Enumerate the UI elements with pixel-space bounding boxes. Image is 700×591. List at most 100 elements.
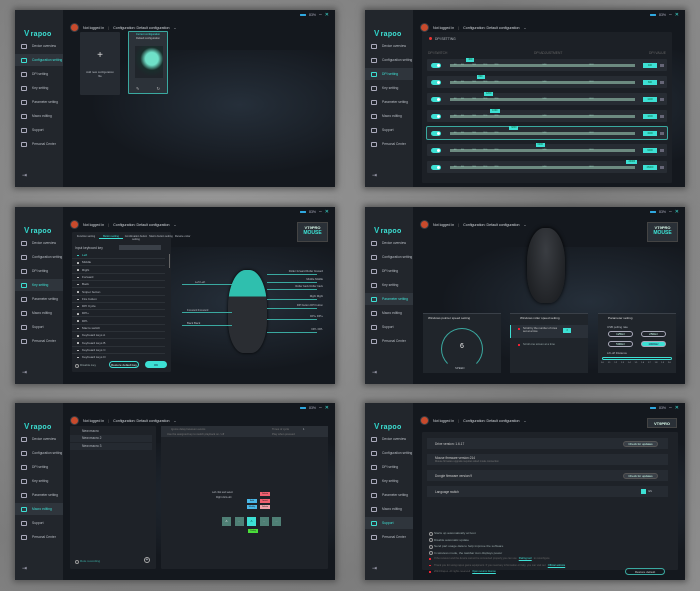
minimize-button[interactable]: – [669,209,672,215]
roller-rows-input[interactable]: 3 [563,328,571,333]
dpi-color-swatch[interactable] [660,131,664,135]
sidebar-item-macro-editing[interactable]: Macro editing [15,307,63,319]
key-list-item[interactable]: Forward [72,274,165,281]
chevron-down-icon[interactable]: ⌄ [523,26,526,30]
times-value[interactable]: 1 [303,428,305,431]
key-list-item[interactable]: DPI+ [72,310,165,318]
sidebar-item-key-setting[interactable]: Key setting [15,82,63,94]
configuration-selector[interactable]: Configuration: Default configuration [463,26,519,30]
sidebar-item-key-setting[interactable]: Key setting [365,475,413,487]
close-button[interactable]: ✕ [325,209,329,215]
sidebar-item-parameter-setting[interactable]: Parameter setting [15,489,63,501]
list-scrollbar[interactable] [168,254,170,268]
chevron-down-icon[interactable]: ⌄ [173,223,176,227]
dpi-slider[interactable]: 400 800 1600 2400 3200 6400 14000 26000 [450,160,638,169]
sidebar-item-macro-editing[interactable]: Macro editing [365,110,413,122]
key-list-item[interactable]: Keyboard keys D [72,354,165,359]
close-button[interactable]: ✕ [675,209,679,215]
avatar[interactable] [420,416,429,425]
login-status[interactable]: Not logged in [83,419,104,423]
language-cn-button[interactable] [641,489,646,494]
tab-combination-button-setting[interactable]: Combination button setting [124,235,148,241]
configuration-selector[interactable]: Configuration: Default configuration [463,419,519,423]
sidebar-item-macro-editing[interactable]: Macro editing [15,503,63,515]
edit-icon[interactable]: ✎ [136,86,139,91]
play-when-pressed-option[interactable]: Play when pressed [272,433,295,436]
exit-icon[interactable]: ⇥ [372,369,377,376]
support-option-checkbox[interactable]: Disable automatic update [429,538,469,543]
sidebar-item-dpi-setting[interactable]: DPI setting [15,68,63,80]
sidebar-item-support[interactable]: Support [15,124,63,136]
check-updates-button[interactable]: Check for updates [623,440,658,447]
dpi-value-input[interactable]: 400 [643,62,657,68]
sidebar-item-device-overview[interactable]: Device overview [365,433,413,445]
avatar[interactable] [70,416,79,425]
macro-action-tag[interactable]: Delay [248,529,258,533]
key-list-item[interactable]: Keyboard keys C [72,347,165,354]
dpi-slider[interactable]: 400 800 1600 2400 3200 6400 14000 1200 [450,92,635,101]
avatar[interactable] [70,23,79,32]
dpi-row[interactable]: 400 800 1600 2400 3200 6400 14000 26000 26000 [427,160,667,173]
key-list-item[interactable]: Back [72,281,165,289]
check-updates-button[interactable]: Check for updates [623,472,658,479]
sidebar-item-dpi-setting[interactable]: DPI setting [365,265,413,277]
macro-action-tag[interactable]: Delete [260,492,270,496]
tab-button-setting[interactable]: Button setting [99,235,123,239]
dpi-row[interactable]: 400 800 1600 2400 3200 6400 14000 6400 6400 [427,143,667,156]
sidebar-item-macro-editing[interactable]: Macro editing [15,110,63,122]
ignore-delay-toggle[interactable]: Ignore delay between events [171,428,205,431]
times-of-cycle-option[interactable]: Times of cycle [272,428,289,431]
add-config-card[interactable]: + Add new configuration file [80,32,120,95]
dpi-slider[interactable]: 400 800 1600 2400 3200 6400 14000 6400 [450,143,635,152]
macro-list-item[interactable]: New macro [70,428,152,435]
sidebar-item-key-setting[interactable]: Key setting [365,82,413,94]
note-link[interactable]: Pairing tool [519,557,532,560]
note-link[interactable]: Official website [548,564,565,567]
input-key-field[interactable] [119,245,161,250]
exit-icon[interactable]: ⇥ [22,369,27,376]
dpi-switch-toggle[interactable] [431,113,441,119]
chevron-down-icon[interactable]: ⌄ [523,223,526,227]
sidebar-item-device-overview[interactable]: Device overview [15,40,63,52]
close-button[interactable]: ✕ [675,12,679,18]
macro-action-tag[interactable]: Modify [247,505,257,509]
dpi-slider-thumb[interactable]: 1600 [490,109,500,113]
dpi-switch-toggle[interactable] [431,62,441,68]
dpi-color-swatch[interactable] [660,80,664,84]
login-status[interactable]: Not logged in [83,26,104,30]
button-label-right[interactable]: Middle Middle [306,278,323,281]
sidebar-item-key-setting[interactable]: Key setting [365,279,413,291]
assigned-key-option[interactable]: Use the assigned key to switch playback … [167,433,224,436]
minimize-button[interactable]: – [319,209,322,215]
configuration-selector[interactable]: Configuration: Default configuration [113,26,169,30]
sidebar-item-personal-center[interactable]: Personal Center [15,138,63,150]
button-label-right[interactable]: Roller forward Roller forward [289,270,323,273]
tab-function-setting[interactable]: Function setting [74,235,98,238]
configuration-selector[interactable]: Configuration: Default configuration [113,419,169,423]
sidebar-item-macro-editing[interactable]: Macro editing [365,307,413,319]
sidebar-item-configuration-setting[interactable]: Configuration setting [365,54,413,66]
sidebar-item-personal-center[interactable]: Personal Center [365,335,413,347]
dpi-slider[interactable]: 400 800 1600 2400 3200 6400 14000 1600 [450,109,635,118]
sidebar-item-dpi-setting[interactable]: DPI setting [15,461,63,473]
key-list-item[interactable]: DPI Cycle [72,303,165,311]
avatar[interactable] [70,220,79,229]
dpi-value-input[interactable]: 26000 [643,164,657,170]
dpi-row[interactable]: 400 800 1600 2400 3200 6400 14000 1200 1200 [427,92,667,105]
dpi-row[interactable]: 400 800 1600 2400 3200 6400 14000 400 400 [427,58,667,71]
minimize-button[interactable]: – [319,12,322,18]
sidebar-item-personal-center[interactable]: Personal Center [15,335,63,347]
login-status[interactable]: Not logged in [433,26,454,30]
button-label-right[interactable]: Roller back Roller back [295,285,323,288]
language-en-button[interactable]: EN [649,490,652,493]
macro-list-item[interactable]: New macro 2 [70,435,152,443]
key-list-item[interactable]: Middle [72,259,165,267]
button-label-right[interactable]: Right Right [310,295,323,298]
close-button[interactable]: ✕ [325,405,329,411]
exit-icon[interactable]: ⇥ [22,172,27,179]
key-list-item[interactable]: DPI- [72,318,165,325]
button-label-left[interactable]: Back Back [187,321,200,325]
roller-screen-radio[interactable]: Scroll one screen at a time [518,343,555,346]
chevron-down-icon[interactable]: ⌄ [173,26,176,30]
sidebar-item-device-overview[interactable]: Device overview [15,433,63,445]
